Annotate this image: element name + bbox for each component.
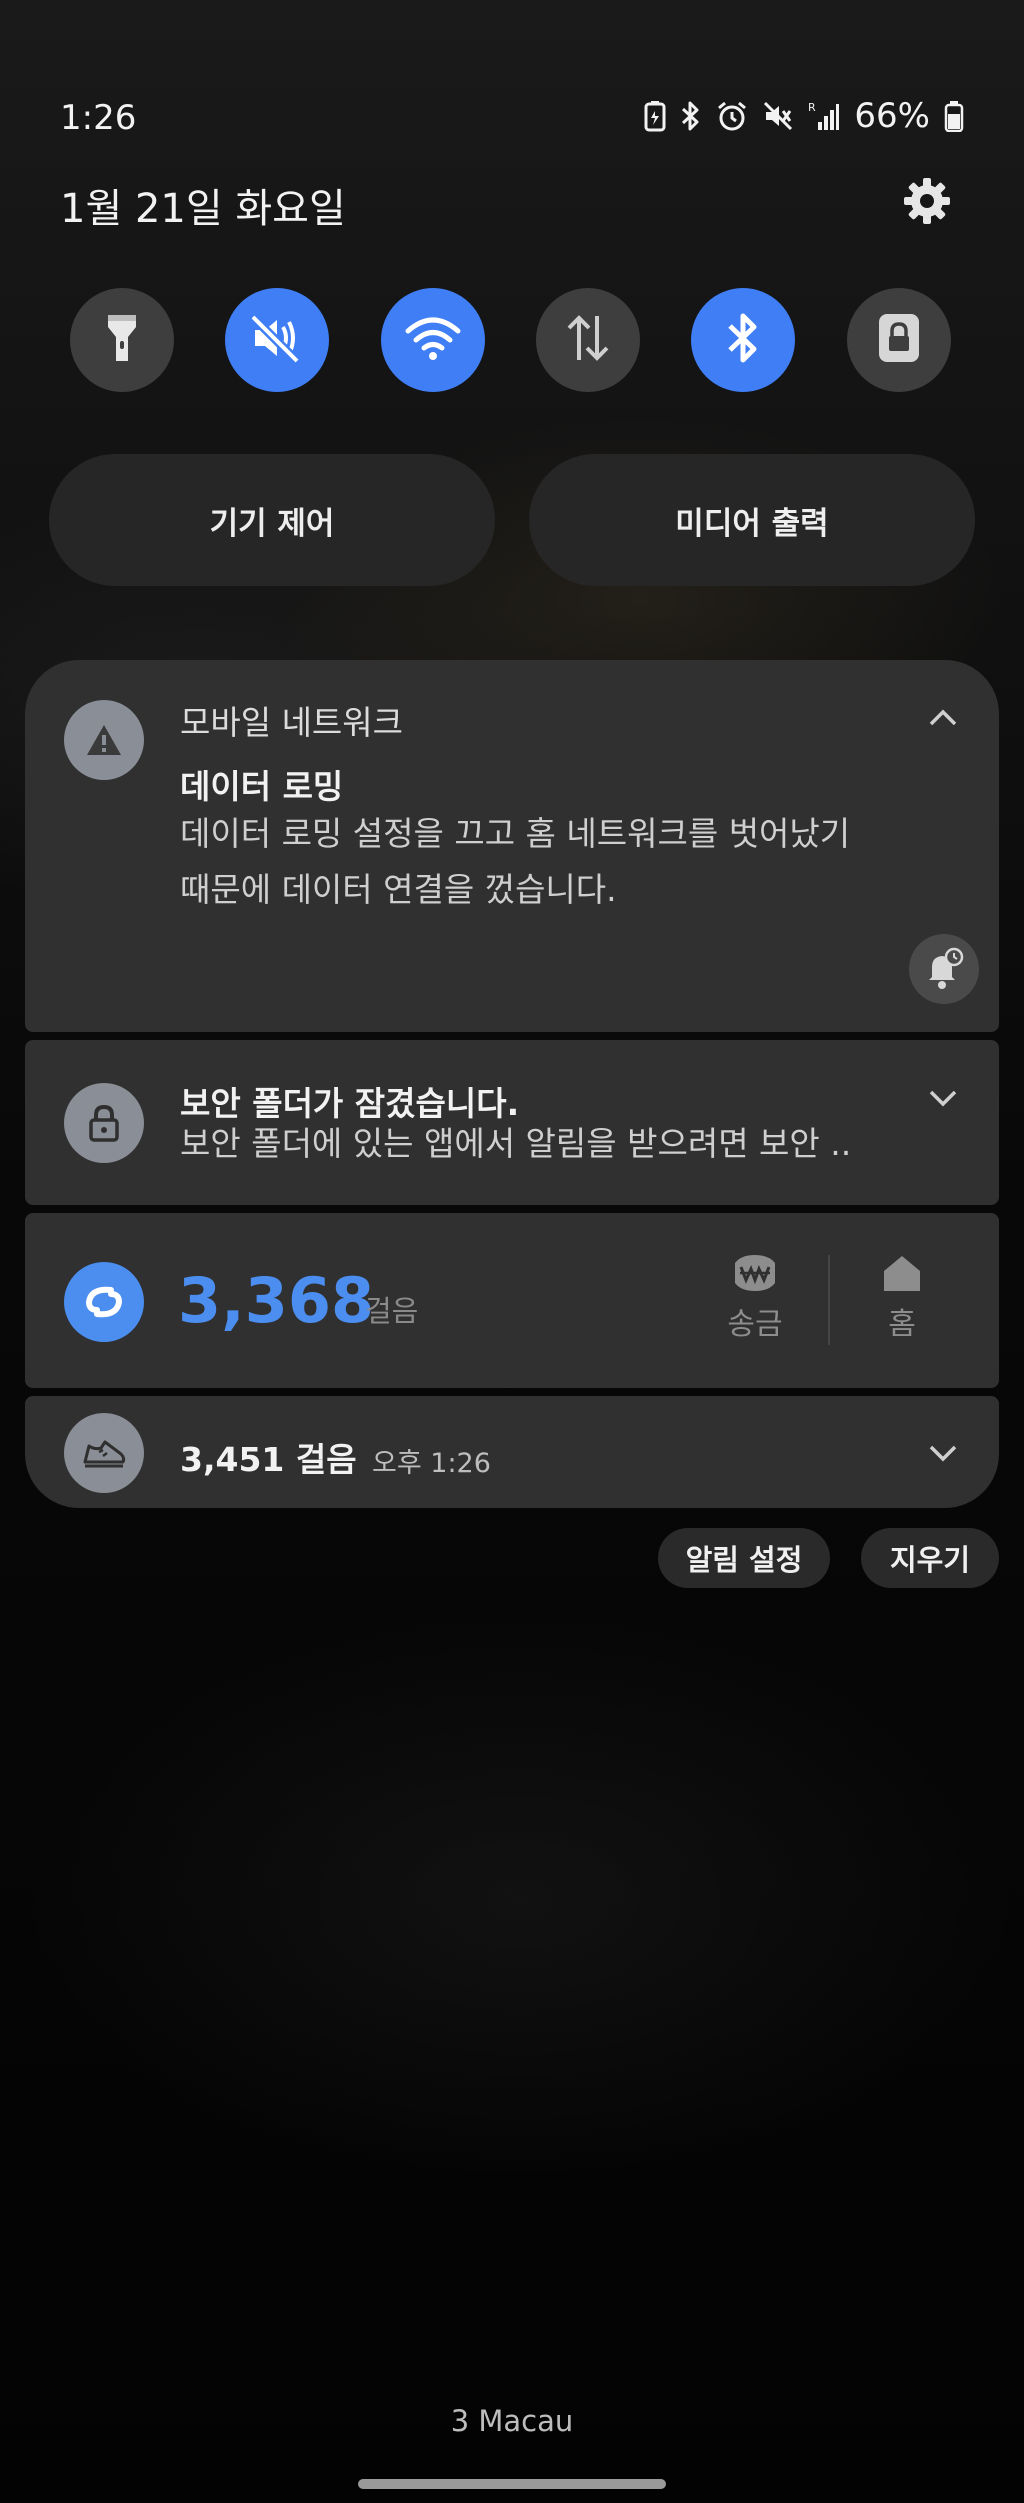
warning-icon — [64, 700, 144, 780]
toggle-bluetooth[interactable] — [691, 288, 795, 392]
lock-icon — [877, 312, 921, 368]
divider — [828, 1255, 830, 1345]
notification-title: 데이터 로밍 — [180, 767, 344, 806]
transfer-label: 송금 — [727, 1307, 783, 1342]
mute-icon — [249, 313, 305, 367]
bluetooth-icon — [725, 311, 761, 369]
notification-steps-widget[interactable] — [25, 1213, 999, 1388]
toggle-mobile-data[interactable] — [536, 288, 640, 392]
data-arrows-icon — [564, 312, 612, 368]
clear-button[interactable]: 지우기 — [861, 1528, 999, 1588]
home-button[interactable]: 홈 — [872, 1253, 932, 1363]
shoe-icon — [64, 1413, 144, 1493]
notification-body-line1: 데이터 로밍 설정을 끄고 홈 네트워크를 벗어났기 — [180, 814, 851, 853]
device-control-button[interactable]: 기기 제어 — [49, 454, 495, 586]
notification-steps-summary[interactable] — [25, 1396, 999, 1508]
notification-settings-button[interactable]: 알림 설정 — [658, 1528, 830, 1588]
status-icons: R 66% — [644, 96, 964, 136]
bluetooth-icon — [680, 100, 702, 132]
battery-saver-icon — [644, 100, 666, 132]
toggle-flashlight[interactable] — [70, 288, 174, 392]
status-time: 1:26 — [60, 98, 137, 138]
snooze-bell-icon[interactable] — [909, 934, 979, 1004]
vibrate-mute-icon — [762, 100, 794, 132]
gear-icon[interactable] — [902, 176, 952, 226]
flashlight-icon — [102, 311, 142, 369]
home-icon — [872, 1253, 932, 1293]
svg-text:R: R — [808, 101, 816, 114]
notification-app-name: 모바일 네트워크 — [180, 703, 404, 742]
gesture-handle[interactable] — [358, 2479, 666, 2489]
toggle-sound[interactable] — [225, 288, 329, 392]
toggle-lock[interactable] — [847, 288, 951, 392]
transfer-button[interactable]: 송금 — [725, 1253, 785, 1363]
chevron-down-icon[interactable] — [925, 1435, 961, 1471]
secure-folder-title: 보안 폴더가 잠겼습니다. — [180, 1084, 520, 1123]
chevron-up-icon[interactable] — [925, 700, 961, 736]
won-icon — [725, 1253, 785, 1293]
notification-body-line2: 때문에 데이터 연결을 껐습니다. — [180, 870, 617, 909]
battery-icon — [944, 100, 964, 132]
alarm-icon — [716, 100, 748, 132]
battery-percent: 66% — [854, 96, 930, 136]
steps-summary-title: 3,451 걸음 — [180, 1440, 357, 1479]
date-label: 1월 21일 화요일 — [60, 186, 346, 232]
roaming-signal-icon: R — [808, 100, 840, 132]
wifi-icon — [404, 315, 462, 365]
steps-summary-time: 오후 1:26 — [372, 1448, 491, 1479]
chevron-down-icon[interactable] — [925, 1080, 961, 1116]
carrier-label: 3 Macau — [450, 2404, 574, 2438]
step-unit: 걸음 — [365, 1294, 419, 1328]
home-label: 홈 — [888, 1307, 916, 1342]
secure-folder-body: 보안 폴더에 있는 앱에서 알림을 받으려면 보안 .. — [180, 1124, 852, 1163]
step-count: 3,368 — [178, 1264, 375, 1337]
media-output-button[interactable]: 미디어 출력 — [529, 454, 975, 586]
toggle-wifi[interactable] — [381, 288, 485, 392]
health-app-icon — [64, 1262, 144, 1342]
lock-icon — [64, 1083, 144, 1163]
